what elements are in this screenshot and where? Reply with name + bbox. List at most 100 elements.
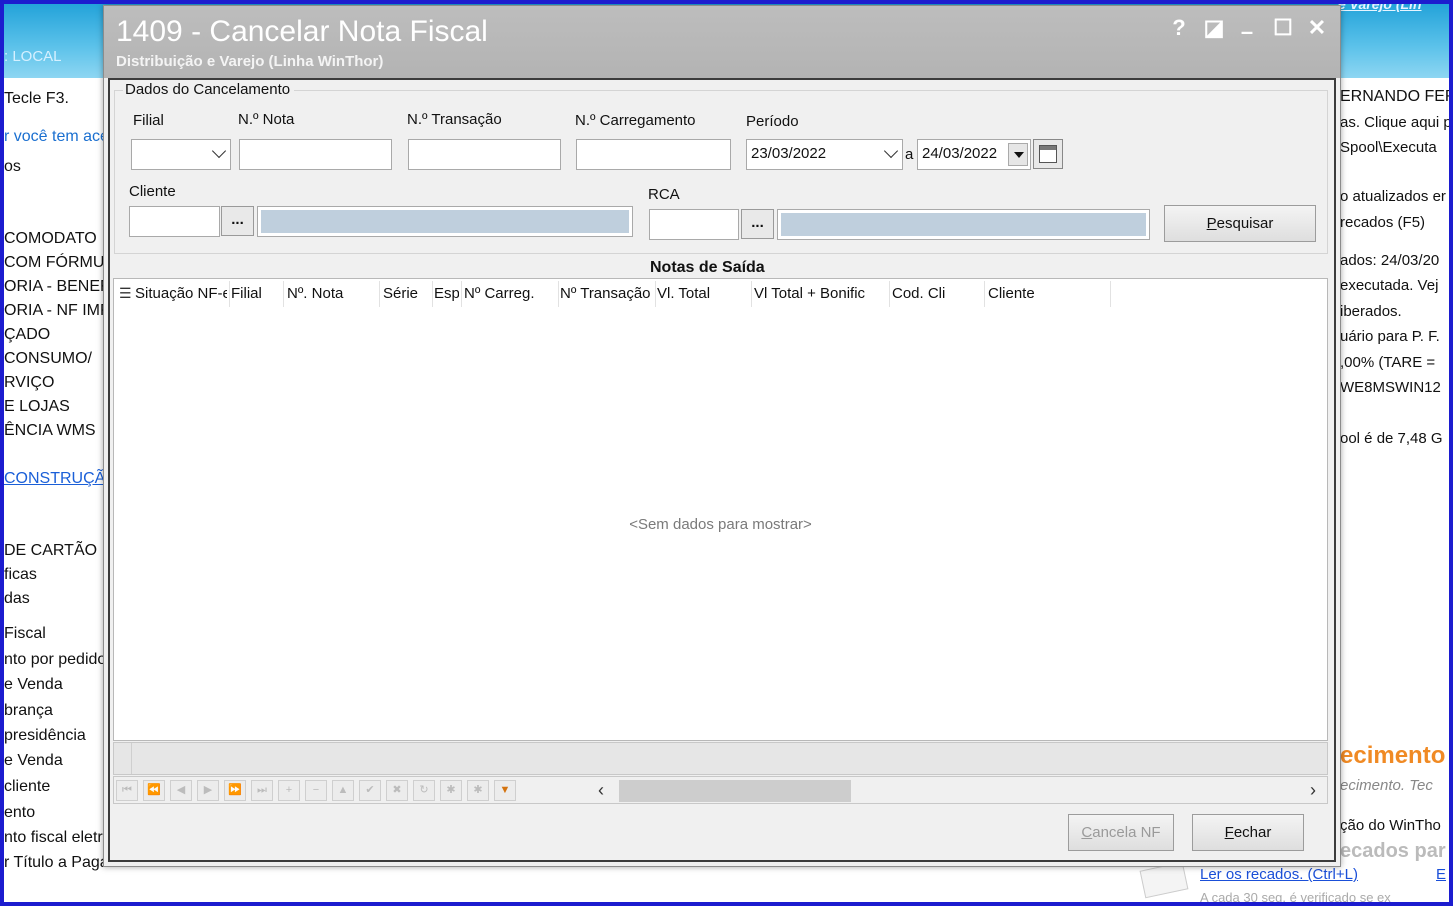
background-menu-item[interactable]: ento: [4, 804, 35, 822]
grid-navigator: ‹ › ⏮ ⏪ ◀ ▶ ⏩ ⏭ + − ▲ ✔ ✖ ↻ ✱ ✱ ▼: [113, 776, 1328, 804]
filial-select[interactable]: [131, 139, 231, 170]
background-menu-item[interactable]: Tecle F3.: [4, 90, 69, 108]
maximize-icon[interactable]: ☐: [1270, 16, 1296, 40]
background-menu-item[interactable]: RVIÇO: [4, 374, 54, 392]
restore-alt-icon[interactable]: ◪: [1201, 16, 1227, 40]
navigator-button[interactable]: ⏩: [224, 780, 246, 801]
column-separator[interactable]: [283, 281, 284, 307]
rca-lookup-button[interactable]: ...: [741, 209, 774, 239]
background-menu-list: Tecle F3. r você tem ace os COMODATO COM FÓ…: [4, 78, 104, 902]
background-menu-item[interactable]: COM FÓRMUL: [4, 254, 104, 272]
navigator-button[interactable]: ✱: [467, 780, 489, 801]
background-menu-item[interactable]: r você tem ace: [4, 128, 104, 146]
column-header[interactable]: Vl. Total: [657, 285, 749, 302]
outgoing-invoices-grid[interactable]: ☰ Situação NF-e Filial Nº. Nota Série Esp Nº …: [113, 278, 1328, 741]
column-header[interactable]: Cod. Cli: [892, 285, 982, 302]
background-menu-item[interactable]: ficas: [4, 566, 37, 584]
background-menu-item[interactable]: CONSTRUÇÃ: [4, 470, 104, 488]
cliente-lookup-button[interactable]: ...: [221, 206, 254, 236]
background-menu-item[interactable]: r Título a Pagar: [4, 854, 104, 872]
close-icon[interactable]: ✕: [1304, 16, 1330, 40]
column-header[interactable]: Situação NF-e: [135, 285, 227, 302]
background-top-link[interactable]: e Varejo (Lin: [1338, 0, 1422, 12]
background-menu-item[interactable]: ORIA - BENEF: [4, 278, 104, 296]
navigator-button[interactable]: ▲: [332, 780, 354, 801]
cancela-nf-button[interactable]: Cancela NF: [1068, 814, 1174, 851]
pesquisar-button[interactable]: Pesquisar: [1164, 205, 1316, 242]
calendar-button[interactable]: [1033, 139, 1063, 169]
column-header[interactable]: Vl Total + Bonific: [754, 285, 887, 302]
background-menu-item[interactable]: DE CARTÃO: [4, 542, 97, 560]
background-menu-item[interactable]: ÇADO: [4, 326, 50, 344]
fechar-button[interactable]: Fechar: [1192, 814, 1304, 851]
background-menu-item[interactable]: e Venda: [4, 676, 63, 694]
navigator-button[interactable]: ▶: [197, 780, 219, 801]
background-menu-item[interactable]: das: [4, 590, 30, 608]
column-separator[interactable]: [655, 281, 656, 307]
navigator-button[interactable]: −: [305, 780, 327, 801]
column-header[interactable]: Cliente: [988, 285, 1108, 302]
minimize-icon[interactable]: –: [1234, 20, 1260, 44]
background-menu-item[interactable]: os: [4, 158, 21, 176]
rca-code-input[interactable]: [649, 209, 739, 240]
column-separator[interactable]: [379, 281, 380, 307]
background-info-line: Spool\Executa: [1340, 139, 1437, 156]
column-separator[interactable]: [984, 281, 985, 307]
column-separator[interactable]: [889, 281, 890, 307]
read-messages-link[interactable]: Ler os recados. (Ctrl+L): [1200, 866, 1358, 883]
column-header[interactable]: Filial: [231, 285, 281, 302]
column-header[interactable]: Nº Transação: [560, 285, 653, 302]
background-menu-item[interactable]: nto por pedido: [4, 651, 104, 669]
navigator-button[interactable]: ⏪: [143, 780, 165, 801]
periodo-start-date[interactable]: 23/03/2022: [746, 139, 903, 170]
background-menu-item[interactable]: e Venda: [4, 752, 63, 770]
dropdown-arrow-icon[interactable]: [1008, 143, 1028, 166]
scrollbar-thumb[interactable]: [619, 780, 851, 802]
column-separator[interactable]: [751, 281, 752, 307]
background-info-line: as. Clique aqui p: [1340, 114, 1449, 131]
column-header[interactable]: Série: [383, 285, 430, 302]
column-separator[interactable]: [1110, 281, 1111, 307]
background-menu-item[interactable]: nto fiscal eletrô: [4, 829, 104, 847]
cancellation-data-group: Dados do Cancelamento Filial N.º Nota N.…: [114, 81, 1328, 254]
column-chooser-icon[interactable]: ☰: [119, 285, 132, 302]
periodo-end-date[interactable]: 24/03/2022: [917, 139, 1031, 170]
background-menu-item[interactable]: COMODATO: [4, 230, 97, 248]
nota-input[interactable]: [239, 139, 392, 170]
background-menu-item[interactable]: cliente: [4, 778, 50, 796]
dialog-titlebar[interactable]: 1409 - Cancelar Nota Fiscal Distribuição…: [104, 6, 1340, 78]
dialog-content: Dados do Cancelamento Filial N.º Nota N.…: [108, 78, 1336, 862]
navigator-button[interactable]: ✔: [359, 780, 381, 801]
help-icon[interactable]: ?: [1166, 16, 1192, 40]
background-link-truncated[interactable]: E: [1436, 866, 1446, 883]
column-separator[interactable]: [432, 281, 433, 307]
navigator-button[interactable]: ✖: [386, 780, 408, 801]
navigator-button[interactable]: ◀: [170, 780, 192, 801]
background-menu-item[interactable]: CONSUMO/: [4, 350, 92, 368]
background-menu-item[interactable]: brança: [4, 702, 53, 720]
column-separator[interactable]: [558, 281, 559, 307]
cliente-code-input[interactable]: [129, 206, 220, 237]
background-menu-item[interactable]: ORIA - NF IMP: [4, 302, 104, 320]
background-menu-item[interactable]: Fiscal: [4, 625, 46, 643]
background-menu-item[interactable]: E LOJAS: [4, 398, 70, 416]
filter-icon[interactable]: ▼: [494, 780, 516, 801]
background-menu-item[interactable]: ÊNCIA WMS: [4, 422, 96, 440]
scroll-right-icon[interactable]: ›: [1310, 780, 1316, 801]
navigator-button[interactable]: +: [278, 780, 300, 801]
navigator-button[interactable]: ⏭: [251, 780, 273, 801]
transacao-label: N.º Transação: [407, 111, 502, 128]
carregamento-input[interactable]: [576, 139, 731, 170]
cliente-name-display: [257, 206, 633, 237]
scroll-left-icon[interactable]: ‹: [598, 780, 604, 801]
background-menu-item[interactable]: presidência: [4, 727, 86, 745]
column-header[interactable]: Esp: [434, 285, 459, 302]
column-separator[interactable]: [229, 281, 230, 307]
column-separator[interactable]: [461, 281, 462, 307]
navigator-button[interactable]: ✱: [440, 780, 462, 801]
navigator-button[interactable]: ↻: [413, 780, 435, 801]
navigator-button[interactable]: ⏮: [116, 780, 138, 801]
column-header[interactable]: Nº. Nota: [287, 285, 377, 302]
column-header[interactable]: Nº Carreg.: [464, 285, 556, 302]
transacao-input[interactable]: [408, 139, 561, 170]
